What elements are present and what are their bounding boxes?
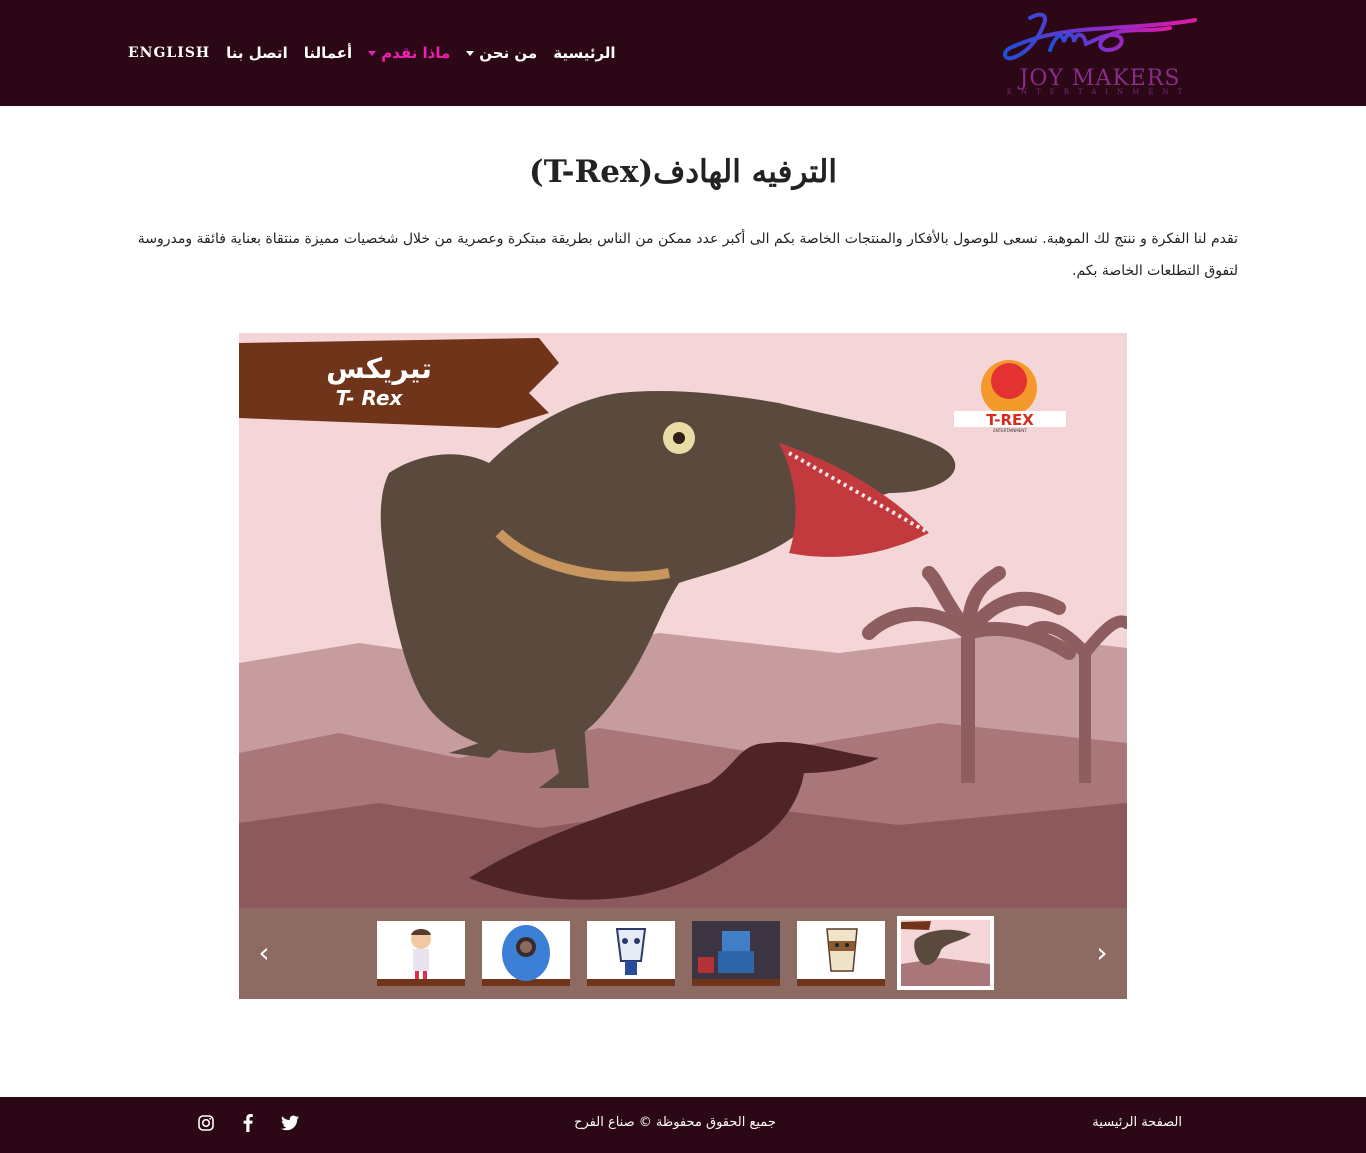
intro-paragraph: تقدم لنا الفكرة و ننتج لك الموهبة. نسعى …: [137, 231, 1238, 279]
instagram-icon[interactable]: [190, 1109, 222, 1137]
nav-item-services[interactable]: ماذا نقدم: [368, 44, 450, 62]
thumbnail-image: [797, 921, 885, 986]
next-slide-button[interactable]: ›: [1085, 936, 1119, 970]
page-title: الترفيه الهادف(T-Rex): [529, 154, 837, 190]
nav-item-about[interactable]: من نحن: [466, 44, 537, 62]
nav-item-about-label: من نحن: [479, 44, 538, 62]
prev-slide-button[interactable]: ‹: [247, 936, 281, 970]
site-header: ENGLISH اتصل بنا أعمالنا ماذا نقدم من نح…: [0, 0, 1366, 106]
nav-item-works[interactable]: أعمالنا: [304, 44, 352, 62]
chevron-down-icon: [368, 50, 377, 56]
thumbnail-trex-mascot[interactable]: [897, 916, 994, 990]
twitter-icon[interactable]: [274, 1109, 306, 1137]
image-gallery: تيريكس T- Rex T-REX ENTERTAINMENT ‹ ›: [239, 333, 1127, 999]
thumbnail-strip: ‹ ›: [239, 908, 1127, 999]
thumbnail-image: [587, 921, 675, 986]
facebook-icon[interactable]: [232, 1109, 264, 1137]
copyright-text: جميع الحقوق محفوظة © صناع الفرح: [574, 1115, 776, 1130]
thumbnail-blue-mascot[interactable]: [482, 921, 570, 986]
main-gallery-image[interactable]: تيريكس T- Rex T-REX ENTERTAINMENT: [239, 333, 1127, 908]
thumbnail-girl-mascot[interactable]: [377, 921, 465, 986]
logo-tagline: ENTERTAINMENT: [1006, 88, 1192, 96]
badge-text: T-REX: [986, 411, 1034, 429]
badge-subtext: ENTERTAINMENT: [993, 428, 1027, 433]
logo-script-icon: [1003, 12, 1197, 61]
nav-item-home[interactable]: الرئيسية: [553, 44, 615, 62]
thumbnail-cup-mascot[interactable]: [587, 921, 675, 986]
social-links: [180, 1109, 306, 1137]
thumbnail-image: [377, 921, 465, 986]
chevron-down-icon: [466, 50, 475, 56]
nav-item-services-label: ماذا نقدم: [381, 44, 451, 62]
banner-title-en: T- Rex: [336, 386, 404, 410]
thumbnail-image: [901, 920, 990, 986]
thumbnail-coffee-mascot[interactable]: [797, 921, 885, 986]
thumbnail-image: [482, 921, 570, 986]
nav-item-contact[interactable]: اتصل بنا: [226, 44, 288, 62]
nav-item-english[interactable]: ENGLISH: [128, 45, 210, 61]
thumbnail-robot-mascot[interactable]: [692, 921, 780, 986]
site-footer: الصفحة الرئيسية جميع الحقوق محفوظة © صنا…: [0, 1097, 1366, 1153]
footer-home-link[interactable]: الصفحة الرئيسية: [1092, 1115, 1182, 1130]
banner-title-ar: تيريكس: [326, 352, 432, 385]
thumbnail-image: [692, 921, 780, 986]
site-logo[interactable]: JOY MAKERS ENTERTAINMENT: [960, 10, 1235, 96]
main-nav: ENGLISH اتصل بنا أعمالنا ماذا نقدم من نح…: [120, 0, 624, 106]
